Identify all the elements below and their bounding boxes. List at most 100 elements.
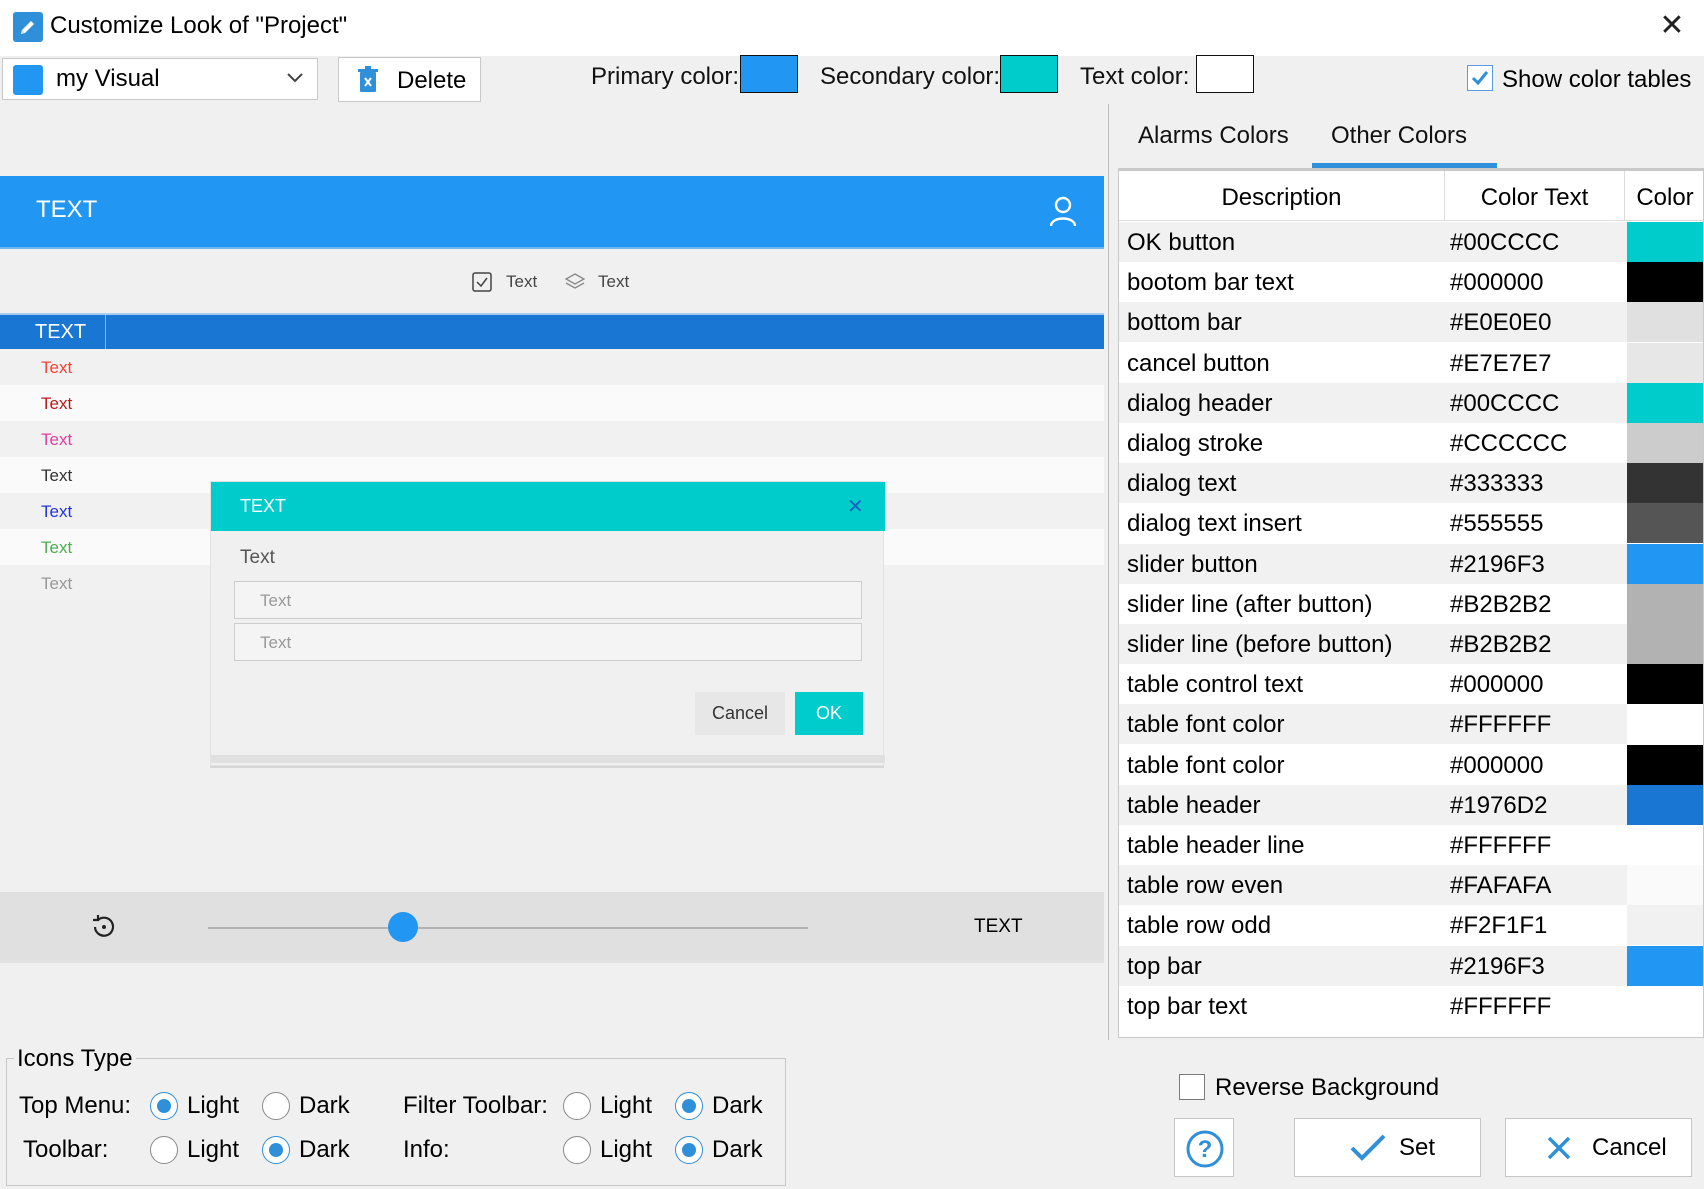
icons-type-group bbox=[6, 1058, 786, 1186]
column-header-color[interactable]: Color bbox=[1625, 171, 1703, 221]
row-color-swatch[interactable] bbox=[1627, 262, 1703, 303]
row-color-swatch[interactable] bbox=[1627, 222, 1703, 262]
row-description: top bar bbox=[1127, 952, 1202, 980]
toolbar-dark-radio[interactable] bbox=[262, 1136, 290, 1164]
column-header-description[interactable]: Description bbox=[1119, 171, 1445, 221]
row-color-swatch[interactable] bbox=[1627, 784, 1703, 825]
top-menu-light-radio[interactable] bbox=[150, 1092, 178, 1120]
filter-toolbar-light-radio[interactable] bbox=[563, 1092, 591, 1120]
color-table-row[interactable]: dialog stroke #CCCCCC bbox=[1119, 423, 1703, 463]
delete-label: Delete bbox=[397, 67, 467, 94]
row-description: slider line (before button) bbox=[1127, 631, 1393, 658]
row-color-swatch[interactable] bbox=[1627, 423, 1703, 463]
filter-toolbar-dark-label: Dark bbox=[712, 1092, 763, 1119]
color-table-row[interactable]: slider button #2196F3 bbox=[1119, 543, 1703, 584]
preview-table-row: Text bbox=[0, 385, 1104, 421]
cancel-button[interactable]: Cancel bbox=[1505, 1118, 1692, 1177]
close-icon[interactable]: ✕ bbox=[1654, 8, 1690, 44]
color-table-row[interactable]: cancel button #E7E7E7 bbox=[1119, 342, 1703, 383]
row-color-swatch[interactable] bbox=[1627, 744, 1703, 785]
row-description: dialog header bbox=[1127, 389, 1273, 417]
filter-toolbar-dark-radio[interactable] bbox=[675, 1092, 703, 1120]
show-color-tables-checkbox[interactable] bbox=[1467, 65, 1493, 91]
row-color-text: #000000 bbox=[1450, 751, 1544, 779]
row-description: table row even bbox=[1127, 872, 1284, 900]
row-color-swatch[interactable] bbox=[1627, 302, 1703, 343]
delete-button[interactable]: Delete bbox=[338, 57, 481, 102]
row-color-swatch[interactable] bbox=[1627, 704, 1703, 745]
set-button[interactable]: Set bbox=[1294, 1118, 1481, 1177]
top-menu-dark-radio[interactable] bbox=[262, 1092, 290, 1120]
row-color-swatch[interactable] bbox=[1627, 825, 1703, 865]
row-color-swatch[interactable] bbox=[1627, 503, 1703, 544]
toolbar-light-radio[interactable] bbox=[150, 1136, 178, 1164]
secondary-color-picker[interactable] bbox=[1000, 55, 1058, 93]
color-table-row[interactable]: dialog text insert #555555 bbox=[1119, 503, 1703, 544]
column-header-color-text[interactable]: Color Text bbox=[1445, 171, 1625, 221]
row-description: dialog stroke bbox=[1127, 430, 1264, 457]
primary-color-label: Primary color: bbox=[591, 63, 740, 90]
row-color-swatch[interactable] bbox=[1627, 543, 1703, 584]
row-color-swatch[interactable] bbox=[1627, 945, 1703, 986]
preview-slider-knob bbox=[388, 912, 418, 942]
row-description: table font color bbox=[1127, 711, 1285, 739]
chevron-down-icon bbox=[287, 73, 303, 83]
reverse-background-checkbox[interactable] bbox=[1179, 1074, 1205, 1100]
color-table-row[interactable]: table header line #FFFFFF bbox=[1119, 825, 1703, 865]
primary-color-picker[interactable] bbox=[740, 55, 798, 93]
row-description: slider button bbox=[1127, 550, 1258, 578]
tab-alarms-colors[interactable]: Alarms Colors bbox=[1138, 122, 1289, 150]
info-dark-radio[interactable] bbox=[675, 1136, 703, 1164]
color-table-row[interactable]: table row even #FAFAFA bbox=[1119, 865, 1703, 906]
help-button[interactable]: ? bbox=[1174, 1118, 1234, 1177]
checkbox-icon bbox=[472, 272, 492, 292]
row-color-swatch[interactable] bbox=[1627, 865, 1703, 906]
color-table-row[interactable]: OK button #00CCCC bbox=[1119, 222, 1703, 262]
color-table-row[interactable]: top bar #2196F3 bbox=[1119, 945, 1703, 986]
toolbar-light-label: Light bbox=[187, 1136, 240, 1163]
info-light-radio[interactable] bbox=[563, 1136, 591, 1164]
preview-row-text: Text bbox=[41, 538, 73, 557]
row-description: table header bbox=[1127, 791, 1261, 819]
visual-select[interactable]: my Visual bbox=[2, 58, 318, 100]
row-color-swatch[interactable] bbox=[1627, 985, 1703, 1026]
row-color-swatch[interactable] bbox=[1627, 342, 1703, 383]
color-table-row[interactable]: slider line (before button) #B2B2B2 bbox=[1119, 624, 1703, 664]
history-icon bbox=[93, 915, 115, 937]
row-color-text: #2196F3 bbox=[1450, 550, 1545, 578]
row-color-swatch[interactable] bbox=[1627, 382, 1703, 423]
row-color-text: #FAFAFA bbox=[1450, 872, 1552, 900]
color-table-row[interactable]: table header #1976D2 bbox=[1119, 784, 1703, 825]
color-table-row[interactable]: slider line (after button) #B2B2B2 bbox=[1119, 583, 1703, 624]
color-table-row[interactable]: table row odd #F2F1F1 bbox=[1119, 905, 1703, 946]
row-color-swatch[interactable] bbox=[1627, 463, 1703, 504]
panel-splitter[interactable] bbox=[1108, 104, 1116, 1040]
row-color-text: #E7E7E7 bbox=[1450, 349, 1552, 377]
color-table-row[interactable]: bootom bar text #000000 bbox=[1119, 262, 1703, 303]
row-color-swatch[interactable] bbox=[1627, 664, 1703, 705]
icons-type-title: Icons Type bbox=[14, 1045, 136, 1073]
top-menu-label: Top Menu: bbox=[19, 1092, 132, 1119]
tab-other-colors[interactable]: Other Colors bbox=[1331, 122, 1467, 150]
row-color-text: #00CCCC bbox=[1450, 229, 1560, 256]
color-table-row[interactable]: table font color #000000 bbox=[1119, 744, 1703, 785]
visual-name: my Visual bbox=[56, 65, 160, 92]
color-table-row[interactable]: table font color #FFFFFF bbox=[1119, 704, 1703, 745]
toolbar-dark-label: Dark bbox=[299, 1136, 350, 1163]
text-color-picker[interactable] bbox=[1196, 55, 1254, 93]
row-description: bootom bar text bbox=[1127, 269, 1294, 297]
preview-dialog-input-text: Text bbox=[260, 633, 292, 652]
color-table: Description Color Text Color OK button #0… bbox=[1118, 170, 1704, 1038]
color-table-row[interactable]: dialog text #333333 bbox=[1119, 463, 1703, 504]
color-table-row[interactable]: table control text #000000 bbox=[1119, 664, 1703, 705]
preview-table-row: Text bbox=[0, 421, 1104, 457]
color-table-row[interactable]: dialog header #00CCCC bbox=[1119, 382, 1703, 423]
preview-top-bar-text: TEXT bbox=[36, 196, 98, 223]
row-color-text: #2196F3 bbox=[1450, 952, 1545, 980]
row-color-swatch[interactable] bbox=[1627, 624, 1703, 664]
row-color-swatch[interactable] bbox=[1627, 905, 1703, 946]
color-table-row[interactable]: bottom bar #E0E0E0 bbox=[1119, 302, 1703, 343]
color-table-row[interactable]: top bar text #FFFFFF bbox=[1119, 985, 1703, 1026]
row-description: slider line (after button) bbox=[1127, 590, 1373, 618]
row-color-swatch[interactable] bbox=[1627, 583, 1703, 624]
